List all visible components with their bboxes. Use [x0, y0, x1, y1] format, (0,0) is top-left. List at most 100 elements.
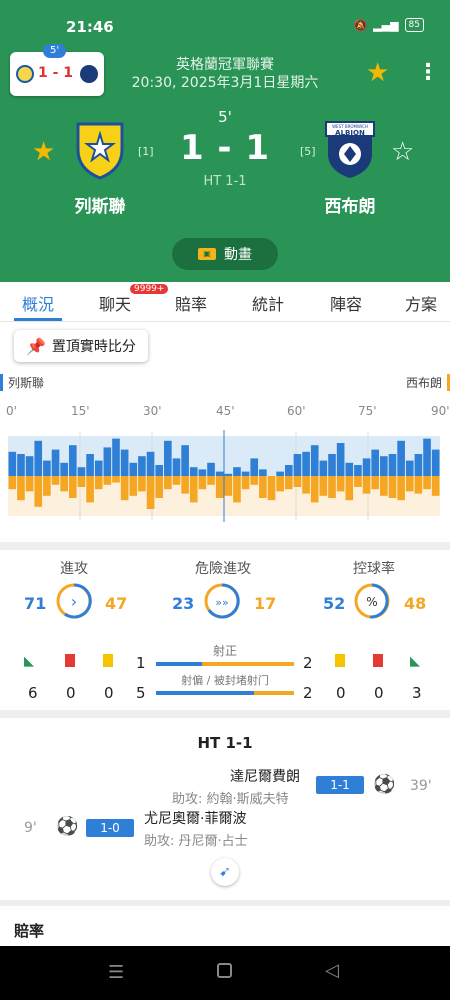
- home-team-name[interactable]: 列斯聯: [45, 192, 155, 217]
- home-momentum-bar: [112, 438, 120, 476]
- tick-60: 60': [287, 404, 306, 418]
- home-momentum-bar: [405, 460, 414, 476]
- home-momentum-bar: [362, 458, 371, 476]
- home-momentum-bar: [60, 462, 68, 476]
- tab-odds[interactable]: 賠率: [175, 291, 207, 315]
- away-legend: 西布朗: [406, 374, 450, 391]
- android-nav-bar: ☰ ◁: [0, 946, 450, 1000]
- home-momentum-bar: [388, 454, 397, 476]
- home-goal-score: 1-0: [86, 819, 134, 837]
- home-momentum-bar: [293, 454, 302, 476]
- away-momentum-bar: [8, 476, 17, 490]
- home-momentum-bar: [215, 471, 224, 476]
- away-momentum-bar: [129, 476, 138, 496]
- away-momentum-bar: [94, 476, 103, 490]
- away-momentum-bar: [319, 476, 328, 496]
- away-team-name[interactable]: 西布朗: [295, 192, 405, 217]
- home-nav-icon[interactable]: [217, 963, 232, 978]
- favorite-star-icon[interactable]: ★: [366, 58, 389, 88]
- home-legend: 列斯聯: [0, 374, 44, 391]
- home-momentum-bar: [86, 454, 94, 476]
- away-goal-player[interactable]: 達尼爾費朗: [230, 766, 300, 786]
- home-momentum-bar: [397, 440, 405, 476]
- home-momentum-bar: [224, 473, 233, 476]
- tab-chat[interactable]: 聊天: [99, 291, 131, 315]
- shots-off-bar: [156, 691, 294, 695]
- away-favorite-star-icon[interactable]: ☆: [391, 137, 414, 167]
- home-momentum-bar: [25, 456, 34, 476]
- away-momentum-bar: [68, 476, 77, 498]
- away-momentum-bar: [215, 476, 224, 498]
- match-minute: 5': [218, 108, 232, 126]
- home-momentum-bar: [129, 462, 138, 476]
- away-momentum-bar: [293, 476, 302, 487]
- home-momentum-bar: [328, 454, 336, 476]
- attack-home: 71: [24, 594, 47, 613]
- status-time: 21:46: [66, 18, 114, 36]
- football-icon: ⚽: [56, 816, 79, 837]
- home-momentum-bar: [164, 440, 172, 476]
- away-momentum-bar: [103, 476, 112, 485]
- half-time-score: HT 1-1: [203, 174, 247, 189]
- home-momentum-bar: [250, 458, 259, 476]
- tick-15: 15': [71, 404, 90, 418]
- animation-button[interactable]: ▣ 動畫: [172, 238, 278, 270]
- back-nav-icon[interactable]: ◁: [325, 960, 339, 981]
- home-momentum-bar: [120, 449, 129, 476]
- away-logo-text: ALBION: [335, 129, 365, 137]
- away-momentum-bar: [138, 476, 146, 492]
- shots-on-label: 射正: [212, 644, 237, 658]
- home-momentum-bar: [94, 460, 103, 476]
- away-rank: [5]: [300, 145, 316, 158]
- tick-0: 0': [6, 404, 17, 418]
- away-momentum-bar: [146, 476, 155, 509]
- away-team-logo[interactable]: WEST BROMWICH ALBION: [324, 120, 376, 180]
- tab-overview[interactable]: 概況: [22, 291, 54, 315]
- tick-30: 30': [143, 404, 162, 418]
- shots-off-label: 射偏 / 被封堵射门: [181, 674, 269, 687]
- away-momentum-bar: [43, 476, 51, 496]
- danger-title: 危險進攻: [195, 561, 251, 577]
- away-momentum-bar: [25, 476, 34, 492]
- away-momentum-bar: [388, 476, 397, 498]
- away-momentum-bar: [224, 476, 233, 496]
- home-momentum-bar: [276, 471, 284, 476]
- home-momentum-bar: [181, 445, 189, 476]
- danger-away: 17: [254, 594, 277, 613]
- tab-plans[interactable]: 方案: [405, 291, 437, 315]
- more-menu-icon[interactable]: ⋮: [417, 60, 439, 85]
- chevron-right-icon: ›: [71, 592, 77, 611]
- home-momentum-bar: [380, 456, 388, 476]
- away-goal-score: 1-1: [316, 776, 364, 794]
- home-momentum-bar: [138, 456, 146, 476]
- away-momentum-bar: [397, 476, 405, 501]
- battery-icon: 85: [404, 18, 424, 32]
- mute-icon: 🔕: [353, 18, 368, 32]
- home-team-logo[interactable]: [74, 120, 126, 180]
- home-momentum-bar: [284, 465, 293, 476]
- tab-stats[interactable]: 統計: [252, 291, 284, 315]
- menu-nav-icon[interactable]: ☰: [108, 962, 124, 983]
- away-momentum-bar: [414, 476, 423, 494]
- away-momentum-bar: [172, 476, 181, 485]
- away-momentum-bar: [267, 476, 276, 501]
- active-tab-indicator: [14, 318, 62, 321]
- home-momentum-bar: [423, 438, 431, 476]
- tab-lineup[interactable]: 陣容: [330, 291, 362, 315]
- home-momentum-bar: [189, 467, 198, 476]
- pin-live-score-button[interactable]: 📌 置頂實時比分: [14, 330, 148, 362]
- home-goal-player[interactable]: 尤尼奧爾·菲爾波: [144, 808, 246, 828]
- possession-away: 48: [404, 594, 427, 613]
- tick-90: 90': [431, 404, 450, 418]
- away-momentum-bar: [328, 476, 336, 498]
- away-momentum-bar: [198, 476, 207, 490]
- home-goal-minute: 9': [24, 820, 37, 836]
- away-goal-assist: 助攻: 約翰·斯威夫特: [172, 792, 289, 807]
- home-favorite-star-icon[interactable]: ★: [32, 137, 55, 167]
- home-momentum-bar: [241, 471, 250, 476]
- home-momentum-bar: [68, 445, 77, 476]
- away-momentum-bar: [423, 476, 431, 490]
- away-momentum-bar: [336, 476, 345, 492]
- status-bar: 21:46 🔕 ▂▄▆ 85: [0, 0, 450, 44]
- shots-on-home-fill: [156, 662, 202, 666]
